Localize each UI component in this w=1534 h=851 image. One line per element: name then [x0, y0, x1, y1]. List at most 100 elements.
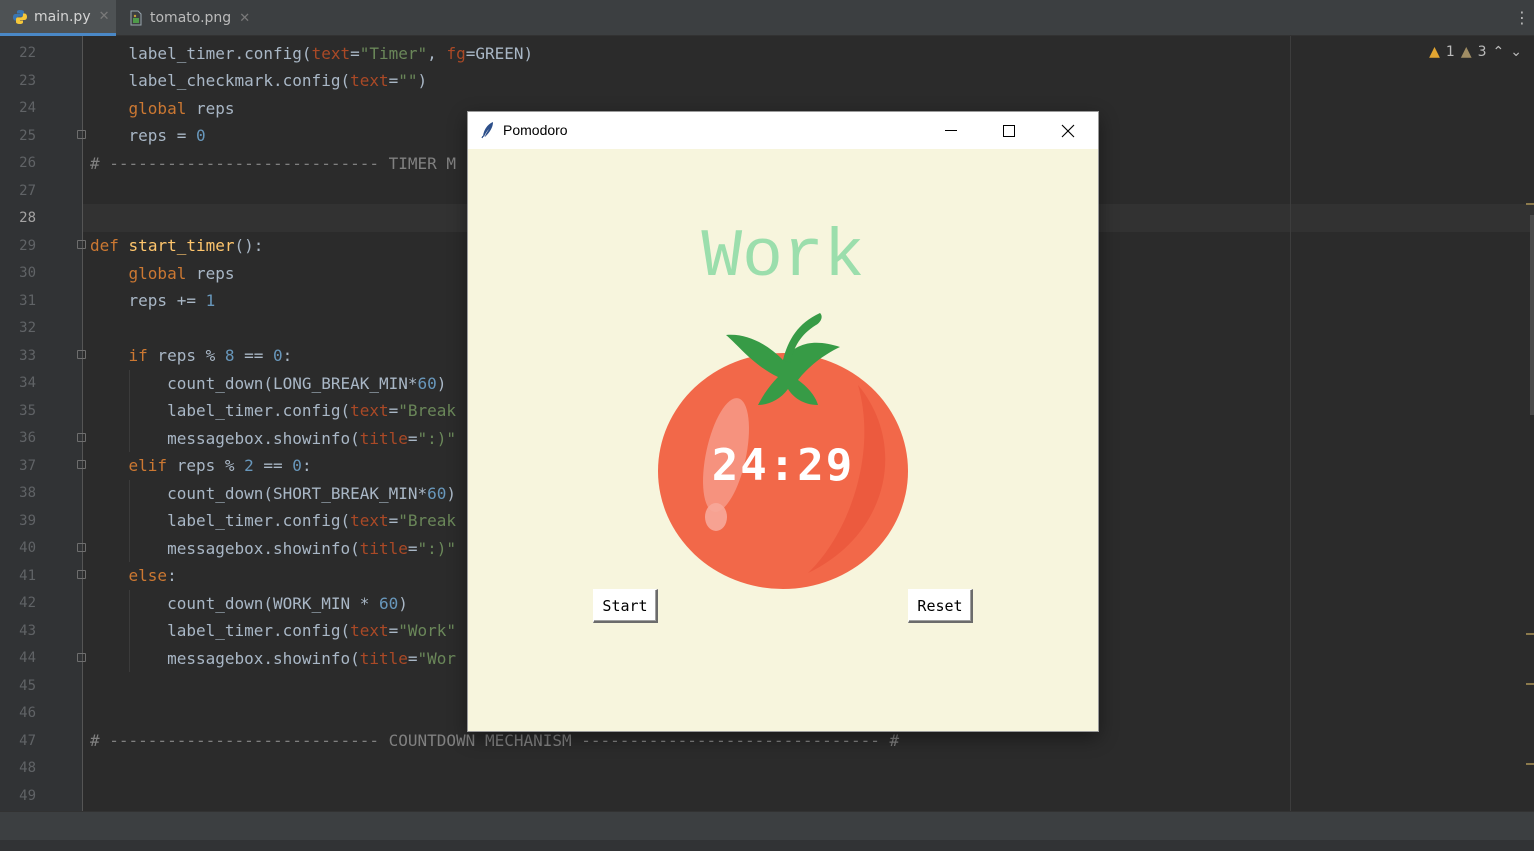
- line-number: 25: [19, 127, 36, 144]
- python-file-icon: [13, 9, 27, 24]
- code-line-25: reps = 0: [90, 122, 206, 150]
- line-number: 34: [19, 375, 36, 391]
- line-number: 22: [19, 45, 36, 61]
- code-line-24: global reps: [90, 95, 235, 123]
- previous-highlight-icon[interactable]: ⌃: [1493, 44, 1505, 60]
- fold-marker-icon[interactable]: [77, 433, 86, 442]
- weak-warning-icon: ▲: [1460, 44, 1472, 60]
- code-text: # ---------------------------- COUNTDOWN…: [90, 731, 900, 750]
- code-line-43: label_timer.config(text="Work": [90, 617, 456, 645]
- line-number: 35: [19, 402, 36, 419]
- code-line-36: messagebox.showinfo(title=":)": [90, 425, 456, 453]
- line-number: 30: [19, 265, 36, 281]
- editor-tab-bar: main.py ✕ tomato.png ✕ ⋮: [0, 0, 1534, 36]
- fold-marker-icon[interactable]: [77, 570, 86, 579]
- code-text: messagebox.showinfo(title="Wor: [90, 649, 457, 668]
- fold-marker-icon[interactable]: [77, 130, 86, 139]
- code-text: label_checkmark.config(text=""): [90, 71, 428, 90]
- code-line-38: count_down(SHORT_BREAK_MIN*60): [90, 480, 456, 508]
- code-text: else:: [128, 566, 177, 585]
- fold-marker-icon[interactable]: [77, 543, 86, 552]
- code-line-41: else:: [90, 562, 177, 590]
- line-number: 43: [19, 622, 36, 639]
- code-line-26: # ---------------------------- TIMER M: [90, 150, 456, 178]
- code-line-40: messagebox.showinfo(title=":)": [90, 535, 456, 563]
- code-line-33: if reps % 8 == 0:: [90, 342, 293, 370]
- line-number: 42: [19, 595, 36, 611]
- more-tabs-icon[interactable]: ⋮: [1514, 8, 1530, 27]
- next-highlight-icon[interactable]: ⌄: [1510, 44, 1522, 60]
- line-number: 31: [19, 292, 36, 309]
- line-number: 39: [19, 512, 36, 529]
- code-line-35: label_timer.config(text="Break: [90, 397, 456, 425]
- warning-count: 1: [1445, 44, 1455, 60]
- code-line-34: count_down(LONG_BREAK_MIN*60): [90, 370, 446, 398]
- code-line-29: def start_timer():: [90, 232, 263, 260]
- inspection-widget[interactable]: ▲ 1 ▲ 3 ⌃ ⌄: [1429, 44, 1522, 60]
- line-number: 44: [19, 650, 36, 666]
- line-number: 46: [19, 705, 36, 721]
- code-text: elif reps % 2 == 0:: [128, 456, 312, 475]
- code-text: reps += 1: [90, 291, 216, 310]
- reset-button[interactable]: Reset: [908, 589, 973, 623]
- line-number: 38: [19, 485, 36, 501]
- code-text: global reps: [128, 99, 235, 118]
- code-text: count_down(SHORT_BREAK_MIN*60): [90, 484, 457, 503]
- line-number: 36: [19, 430, 36, 446]
- tab-label: main.py: [34, 8, 91, 25]
- code-line-23: label_checkmark.config(text=""): [90, 67, 428, 95]
- code-text: messagebox.showinfo(title=":)": [90, 539, 457, 558]
- code-text: reps = 0: [90, 126, 206, 145]
- close-button[interactable]: [1039, 112, 1097, 149]
- start-button[interactable]: Start: [593, 589, 658, 623]
- code-text: def start_timer():: [90, 236, 264, 255]
- error-stripe-mark[interactable]: [1526, 633, 1534, 635]
- line-number: 27: [19, 182, 36, 199]
- gutter-divider: [82, 36, 83, 811]
- line-number: 32: [19, 320, 36, 336]
- code-text: label_timer.config(text="Work": [90, 621, 457, 640]
- fold-marker-icon[interactable]: [77, 240, 86, 249]
- line-number: 45: [19, 677, 36, 694]
- code-text: # ---------------------------- TIMER M: [90, 154, 457, 173]
- code-text: label_timer.config(text="Break: [90, 511, 457, 530]
- code-line-37: elif reps % 2 == 0:: [90, 452, 312, 480]
- fold-marker-icon[interactable]: [77, 653, 86, 662]
- line-number: 23: [19, 72, 36, 89]
- line-number: 29: [19, 237, 36, 254]
- code-line-30: global reps: [90, 260, 235, 288]
- line-number: 40: [19, 540, 36, 556]
- code-text: messagebox.showinfo(title=":)": [90, 429, 457, 448]
- window-titlebar[interactable]: Pomodoro: [468, 112, 1098, 149]
- code-line-22: label_timer.config(text="Timer", fg=GREE…: [90, 40, 534, 68]
- code-line-47: # ---------------------------- COUNTDOWN…: [90, 727, 899, 755]
- tab-tomato-png[interactable]: tomato.png ✕: [116, 0, 256, 36]
- line-number: 41: [19, 567, 36, 584]
- timer-label: Work: [701, 219, 865, 296]
- error-stripe-mark[interactable]: [1526, 683, 1534, 685]
- code-text: global reps: [128, 264, 235, 283]
- error-stripe-mark[interactable]: [1526, 203, 1534, 205]
- close-icon[interactable]: ✕: [239, 11, 250, 26]
- weak-warning-count: 3: [1477, 44, 1487, 60]
- minimize-button[interactable]: [922, 112, 980, 149]
- tab-label: tomato.png: [150, 10, 232, 26]
- tk-feather-icon: [481, 122, 493, 139]
- tab-main-py[interactable]: main.py ✕: [0, 0, 116, 36]
- fold-marker-icon[interactable]: [77, 350, 86, 359]
- image-file-icon: [130, 10, 142, 26]
- window-title: Pomodoro: [503, 122, 568, 138]
- maximize-button[interactable]: [980, 112, 1038, 149]
- line-number: 49: [19, 787, 36, 804]
- close-icon[interactable]: ✕: [99, 9, 110, 24]
- code-line-44: messagebox.showinfo(title="Wor: [90, 645, 456, 673]
- code-text: label_timer.config(text="Break: [90, 401, 457, 420]
- status-bar-strip: [0, 840, 1534, 851]
- warning-icon: ▲: [1429, 44, 1440, 60]
- code-text: label_timer.config(text="Timer", fg=GREE…: [90, 44, 534, 63]
- code-line-42: count_down(WORK_MIN * 60): [90, 590, 408, 618]
- fold-marker-icon[interactable]: [77, 460, 86, 469]
- error-stripe-mark[interactable]: [1526, 763, 1534, 765]
- line-number: 48: [19, 760, 36, 776]
- editor-scrollbar[interactable]: [1530, 215, 1534, 415]
